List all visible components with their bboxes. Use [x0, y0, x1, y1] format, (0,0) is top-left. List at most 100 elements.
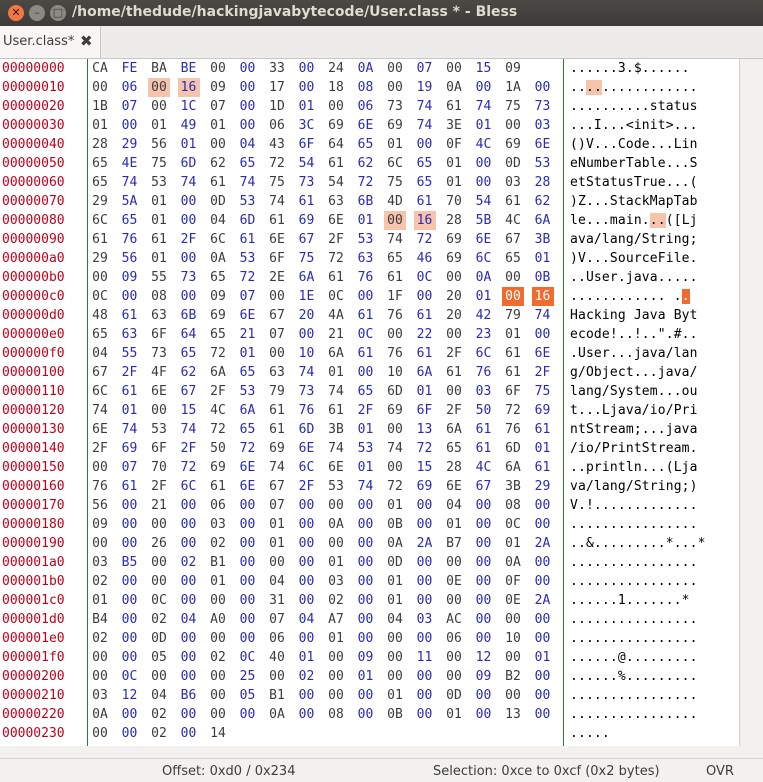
hex-byte[interactable]: 28: [443, 211, 465, 230]
hex-byte[interactable]: 0D: [443, 686, 465, 705]
hex-byte[interactable]: 3B: [532, 230, 554, 249]
hex-byte[interactable]: 4C: [473, 458, 495, 477]
hex-byte[interactable]: B4: [89, 610, 111, 629]
hex-byte[interactable]: 72: [502, 401, 524, 420]
hex-byte[interactable]: 00: [89, 667, 111, 686]
hex-byte[interactable]: 6C: [207, 230, 229, 249]
hex-byte[interactable]: 00: [473, 705, 495, 724]
hex-byte[interactable]: 00: [414, 287, 436, 306]
hex-byte[interactable]: 61: [414, 192, 436, 211]
hex-byte[interactable]: 08: [502, 496, 524, 515]
hex-byte[interactable]: 74: [237, 173, 259, 192]
hex-byte[interactable]: 0A: [384, 534, 406, 553]
hex-byte[interactable]: 01: [355, 211, 377, 230]
hex-byte[interactable]: 73: [178, 268, 200, 287]
hex-byte[interactable]: 29: [89, 249, 111, 268]
hex-byte[interactable]: 00: [532, 705, 554, 724]
hex-byte[interactable]: 5A: [119, 192, 141, 211]
hex-byte[interactable]: 0C: [502, 515, 524, 534]
hex-byte[interactable]: 65: [414, 154, 436, 173]
hex-byte[interactable]: 23: [473, 325, 495, 344]
hex-byte[interactable]: 02: [148, 705, 170, 724]
hex-byte[interactable]: 00: [178, 648, 200, 667]
hex-byte[interactable]: 00: [119, 610, 141, 629]
hex-byte[interactable]: 14: [207, 724, 229, 743]
hex-byte[interactable]: 0E: [443, 572, 465, 591]
hex-byte[interactable]: 12: [119, 686, 141, 705]
hex-byte[interactable]: 00: [384, 629, 406, 648]
hex-byte[interactable]: 2A: [414, 534, 436, 553]
hex-byte[interactable]: 72: [414, 439, 436, 458]
hex-byte[interactable]: 06: [443, 629, 465, 648]
hex-byte[interactable]: 0D: [148, 629, 170, 648]
hex-byte[interactable]: 74: [296, 363, 318, 382]
hex-byte[interactable]: 00: [148, 515, 170, 534]
hex-byte[interactable]: 75: [296, 249, 318, 268]
hex-byte[interactable]: 0D: [384, 553, 406, 572]
hex-byte[interactable]: 15: [414, 458, 436, 477]
hex-byte[interactable]: 00: [237, 78, 259, 97]
hex-byte[interactable]: 15: [473, 59, 495, 78]
hex-byte[interactable]: 01: [89, 591, 111, 610]
hex-byte[interactable]: 2F: [178, 230, 200, 249]
hex-byte[interactable]: 2F: [443, 344, 465, 363]
hex-byte[interactable]: 74: [325, 382, 347, 401]
hex-byte[interactable]: 0C: [355, 325, 377, 344]
hex-byte[interactable]: 01: [355, 667, 377, 686]
hex-byte[interactable]: 04: [178, 610, 200, 629]
hex-byte[interactable]: 01: [355, 420, 377, 439]
hex-byte[interactable]: 00: [414, 515, 436, 534]
hex-byte[interactable]: 00: [384, 458, 406, 477]
ascii-text[interactable]: ...I...<init>...: [570, 116, 698, 135]
hex-byte[interactable]: 11: [414, 648, 436, 667]
hex-byte[interactable]: 00: [355, 591, 377, 610]
hex-byte[interactable]: 04: [266, 572, 288, 591]
hex-byte[interactable]: 00: [443, 268, 465, 287]
hex-byte[interactable]: 28: [89, 135, 111, 154]
hex-byte[interactable]: 61: [502, 192, 524, 211]
hex-byte[interactable]: 0C: [325, 287, 347, 306]
ascii-text[interactable]: g/Object...java/: [570, 363, 698, 382]
hex-byte[interactable]: 2F: [296, 477, 318, 496]
hex-byte[interactable]: 01: [296, 97, 318, 116]
ascii-text[interactable]: ................: [570, 629, 698, 648]
hex-byte[interactable]: 5B: [473, 211, 495, 230]
hex-byte[interactable]: 53: [355, 230, 377, 249]
hex-byte[interactable]: 74: [384, 439, 406, 458]
hex-byte[interactable]: 76: [119, 230, 141, 249]
hex-byte[interactable]: 61: [119, 477, 141, 496]
hex-byte[interactable]: 29: [119, 135, 141, 154]
hex-byte[interactable]: 00: [237, 610, 259, 629]
hex-byte[interactable]: 06: [207, 496, 229, 515]
hex-byte[interactable]: 74: [325, 439, 347, 458]
hex-byte[interactable]: 69: [325, 116, 347, 135]
hex-byte[interactable]: 6A: [502, 458, 524, 477]
hex-byte[interactable]: 04: [384, 610, 406, 629]
ascii-text[interactable]: .User...java/lan: [570, 344, 698, 363]
hex-byte[interactable]: 61: [296, 192, 318, 211]
hex-byte[interactable]: 6F: [148, 439, 170, 458]
hex-byte[interactable]: 04: [443, 496, 465, 515]
hex-byte[interactable]: 01: [325, 363, 347, 382]
hex-byte[interactable]: 48: [89, 306, 111, 325]
hex-byte[interactable]: 69: [119, 439, 141, 458]
ascii-text[interactable]: ava/lang/String;: [570, 230, 698, 249]
hex-byte[interactable]: 65: [119, 211, 141, 230]
hex-byte[interactable]: 00: [266, 287, 288, 306]
hex-byte[interactable]: 00: [237, 553, 259, 572]
hex-byte[interactable]: 65: [89, 173, 111, 192]
hex-byte[interactable]: 00: [119, 572, 141, 591]
hex-byte[interactable]: 74: [266, 458, 288, 477]
hex-byte[interactable]: 6D: [237, 211, 259, 230]
hex-byte[interactable]: 6B: [178, 306, 200, 325]
hex-byte[interactable]: 00: [119, 591, 141, 610]
hex-byte[interactable]: 01: [532, 249, 554, 268]
hex-byte[interactable]: 29: [532, 477, 554, 496]
hex-byte[interactable]: 4C: [502, 211, 524, 230]
hex-byte[interactable]: B6: [178, 686, 200, 705]
hex-byte[interactable]: 0D: [502, 154, 524, 173]
hex-byte[interactable]: 61: [443, 363, 465, 382]
hex-byte[interactable]: 00: [532, 78, 554, 97]
hex-byte[interactable]: 61: [207, 173, 229, 192]
hex-byte[interactable]: 46: [414, 249, 436, 268]
